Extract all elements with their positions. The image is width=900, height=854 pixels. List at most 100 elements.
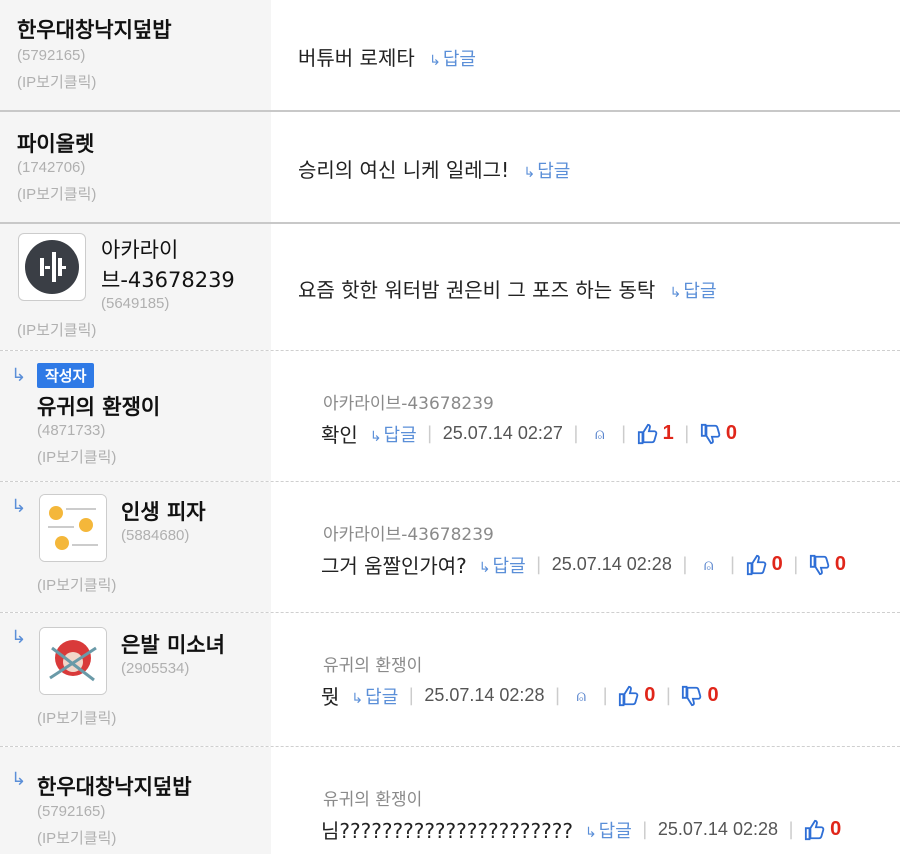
thumbs-down-icon xyxy=(700,423,721,444)
alarm-bell-icon[interactable]: ⍝ xyxy=(704,555,714,575)
reply-target: 아카라이브-43678239 xyxy=(323,525,494,545)
upvote-count: 0 xyxy=(830,818,842,840)
comment-text: 님?????????????????????? xyxy=(321,819,573,843)
author-nickname[interactable]: 인생 피자 xyxy=(121,496,206,526)
comment-body: 유귀의 환쟁이 님?????????????????????? ↳ 답글 | 25… xyxy=(271,747,900,854)
author-nickname[interactable]: 유귀의 환쟁이 xyxy=(37,391,160,421)
comment-body: 유귀의 환쟁이 뭣 ↳ 답글 | 25.07.14 02:28 | ⍝ | 0 |… xyxy=(271,613,900,746)
reply-button[interactable]: ↳ 답글 xyxy=(585,817,632,843)
upvote-count: 0 xyxy=(644,684,656,706)
reply-arrow-icon: ↳ xyxy=(369,428,382,445)
author-nickname-line1[interactable]: 아카라이 xyxy=(101,234,178,264)
reply-target: 아카라이브-43678239 xyxy=(323,394,494,414)
reply-indent-arrow-icon: ↳ xyxy=(11,769,27,790)
upvote-count: 0 xyxy=(771,553,783,575)
reply-indent-arrow-icon: ↳ xyxy=(11,496,27,517)
comment-author-panel: ↳ 작성자 유귀의 환쟁이 (4871733) (IP보기클릭) xyxy=(0,351,271,481)
reply-indent-arrow-icon: ↳ xyxy=(11,365,27,386)
author-id: (5649185) xyxy=(101,295,170,312)
ip-view-link[interactable]: (IP보기클릭) xyxy=(37,707,116,728)
anime-girl-avatar-icon xyxy=(40,628,106,694)
thumbs-up-icon xyxy=(619,685,639,706)
upvote-count: 1 xyxy=(662,422,674,444)
avatar[interactable] xyxy=(39,494,107,562)
downvote-count: 0 xyxy=(834,553,846,575)
reply-target: 유귀의 환쟁이 xyxy=(323,790,423,810)
comment-date: 25.07.14 02:27 xyxy=(442,423,563,443)
comment-row: 아카라이 브-43678239 (5649185) (IP보기클릭) 요즘 핫한… xyxy=(0,224,900,351)
author-id: (5792165) xyxy=(17,47,86,64)
upvote-button[interactable]: 1 xyxy=(637,422,674,445)
ip-view-link[interactable]: (IP보기클릭) xyxy=(37,574,116,595)
author-nickname[interactable]: 은발 미소녀 xyxy=(121,629,225,659)
comment-date: 25.07.14 02:28 xyxy=(551,554,672,574)
thumbs-down-icon xyxy=(682,685,702,706)
comment-text: 요즘 핫한 워터밤 권은비 그 포즈 하는 동탁 xyxy=(298,278,656,302)
reply-button[interactable]: ↳ 답글 xyxy=(370,421,417,447)
pizza-sticker-avatar-icon xyxy=(40,495,106,561)
avatar[interactable] xyxy=(18,233,86,301)
author-nickname[interactable]: 파이올렛 xyxy=(17,128,94,158)
comment-date: 25.07.14 02:28 xyxy=(424,685,545,705)
comment-body: 버튜버 로제타 ↳ 답글 xyxy=(271,0,900,110)
comment-author-panel: 아카라이 브-43678239 (5649185) (IP보기클릭) xyxy=(0,224,271,350)
upvote-button[interactable]: 0 xyxy=(804,818,841,841)
reply-arrow-icon: ↳ xyxy=(584,824,597,841)
reply-button[interactable]: ↳ 답글 xyxy=(523,161,570,182)
comment-row: 한우대창낙지덮밥 (5792165) (IP보기클릭) 버튜버 로제타 ↳ 답글 xyxy=(0,0,900,112)
comment-author-panel: ↳ 한우대창낙지덮밥 (5792165) (IP보기클릭) xyxy=(0,747,271,854)
thumbs-up-icon xyxy=(746,554,766,575)
thumbs-up-icon xyxy=(637,423,657,444)
ip-view-link[interactable]: (IP보기클릭) xyxy=(17,319,96,340)
alarm-bell-icon[interactable]: ⍝ xyxy=(595,424,605,444)
reply-target: 유귀의 환쟁이 xyxy=(323,656,423,676)
author-badge: 작성자 xyxy=(37,363,95,388)
reply-button[interactable]: ↳ 답글 xyxy=(670,281,717,302)
downvote-button[interactable]: 0 xyxy=(809,553,846,576)
comment-body: 아카라이브-43678239 확인 ↳ 답글 | 25.07.14 02:27 |… xyxy=(271,351,900,481)
reply-row: ↳ 한우대창낙지덮밥 (5792165) (IP보기클릭) 유귀의 환쟁이 님?… xyxy=(0,747,900,854)
reply-arrow-icon: ↳ xyxy=(478,559,491,576)
comment-author-panel: 파이올렛 (1742706) (IP보기클릭) xyxy=(0,112,271,222)
comment-text: 그거 움짤인가여? xyxy=(321,554,467,578)
downvote-button[interactable]: 0 xyxy=(700,422,737,445)
comment-body: 요즘 핫한 워터밤 권은비 그 포즈 하는 동탁 ↳ 답글 xyxy=(271,224,900,350)
author-id: (5884680) xyxy=(121,527,190,544)
reply-row: ↳ 은발 미소녀 (2905534) (IP보기클릭) 유귀의 환쟁이 뭣 ↳ 답… xyxy=(0,613,900,747)
ip-view-link[interactable]: (IP보기클릭) xyxy=(17,71,96,92)
comment-text: 승리의 여신 니케 일레그! xyxy=(298,158,510,182)
reply-button[interactable]: ↳ 답글 xyxy=(429,49,476,70)
upvote-button[interactable]: 0 xyxy=(746,553,783,576)
reply-arrow-icon: ↳ xyxy=(669,285,682,301)
thumbs-up-icon xyxy=(804,819,825,840)
comment-text: 확인 xyxy=(321,423,358,447)
author-id: (2905534) xyxy=(121,660,190,677)
author-nickname[interactable]: 한우대창낙지덮밥 xyxy=(37,771,192,801)
comment-author-panel: ↳ 은발 미소녀 (2905534) (IP보기클릭) xyxy=(0,613,271,746)
reply-button[interactable]: ↳ 답글 xyxy=(479,552,526,578)
arcalive-logo-icon xyxy=(25,240,79,294)
reply-button[interactable]: ↳ 답글 xyxy=(351,683,398,709)
author-id: (5792165) xyxy=(37,803,106,820)
ip-view-link[interactable]: (IP보기클릭) xyxy=(17,183,96,204)
comment-body: 승리의 여신 니케 일레그! ↳ 답글 xyxy=(271,112,900,222)
comment-body: 아카라이브-43678239 그거 움짤인가여? ↳ 답글 | 25.07.14 … xyxy=(271,482,900,612)
reply-arrow-icon: ↳ xyxy=(523,165,536,181)
downvote-count: 0 xyxy=(725,422,737,444)
ip-view-link[interactable]: (IP보기클릭) xyxy=(37,446,116,467)
comment-author-panel: 한우대창낙지덮밥 (5792165) (IP보기클릭) xyxy=(0,0,271,110)
comment-date: 25.07.14 02:28 xyxy=(657,819,778,839)
author-nickname-line2[interactable]: 브-43678239 xyxy=(101,264,235,294)
reply-indent-arrow-icon: ↳ xyxy=(11,627,27,648)
author-id: (1742706) xyxy=(17,159,86,176)
comment-row: 파이올렛 (1742706) (IP보기클릭) 승리의 여신 니케 일레그! ↳… xyxy=(0,112,900,224)
upvote-button[interactable]: 0 xyxy=(618,684,655,707)
author-nickname[interactable]: 한우대창낙지덮밥 xyxy=(17,14,172,44)
downvote-button[interactable]: 0 xyxy=(681,684,719,707)
downvote-count: 0 xyxy=(707,684,719,706)
reply-arrow-icon: ↳ xyxy=(429,53,441,69)
avatar[interactable] xyxy=(39,627,107,695)
alarm-bell-icon[interactable]: ⍝ xyxy=(577,686,587,706)
reply-arrow-icon: ↳ xyxy=(351,690,364,707)
ip-view-link[interactable]: (IP보기클릭) xyxy=(37,827,116,848)
